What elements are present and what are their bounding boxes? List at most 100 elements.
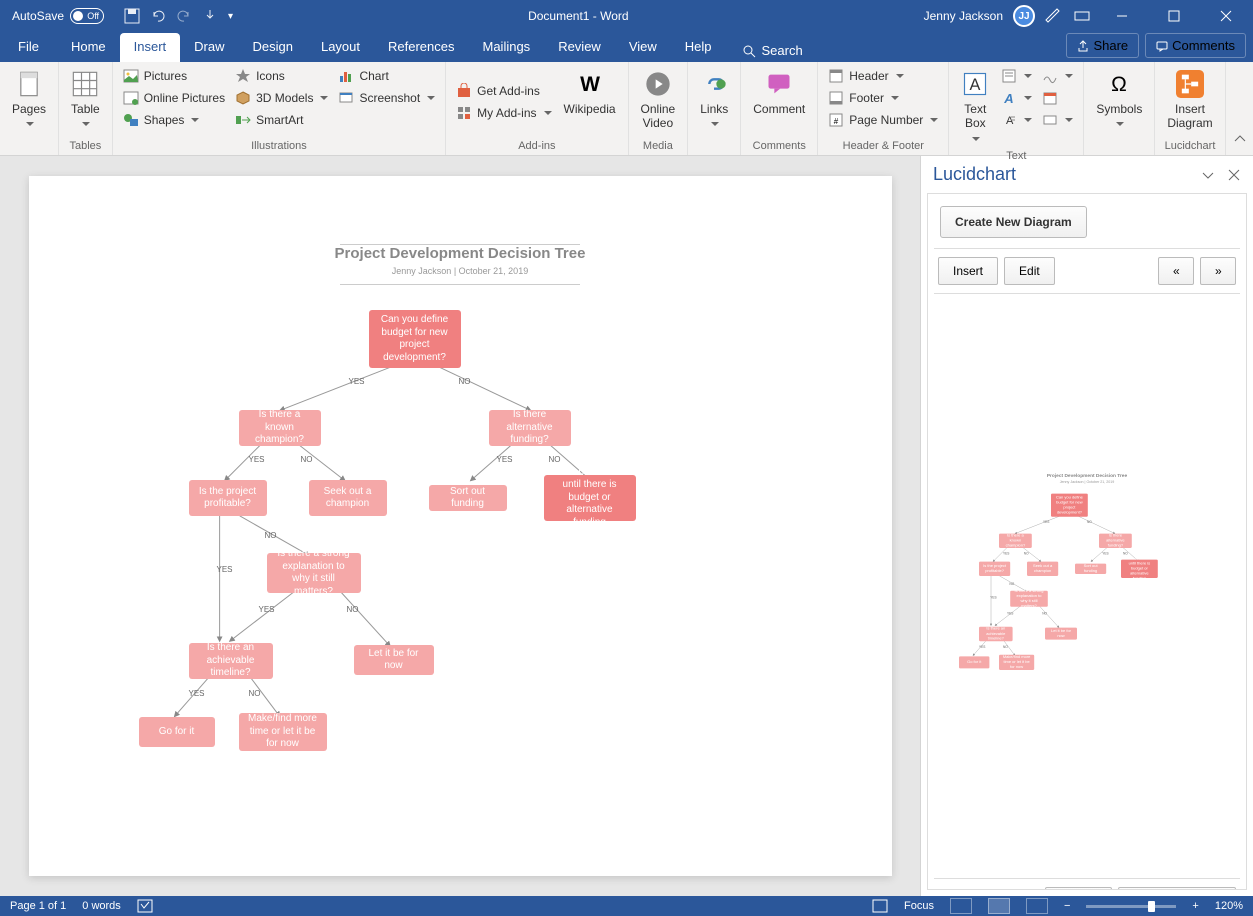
node-funding: Is there alternative funding?	[489, 410, 571, 446]
diagram-preview: Project Development Decision TreeJenny J…	[934, 293, 1240, 878]
search-box[interactable]: Search	[726, 43, 819, 62]
insert-button[interactable]: Insert	[938, 257, 998, 285]
edge-label: YES	[349, 377, 365, 386]
save-icon[interactable]	[124, 8, 140, 24]
link-icon	[700, 70, 728, 98]
undo-icon[interactable]	[150, 8, 166, 24]
autosave-toggle[interactable]: AutoSave Off	[12, 8, 104, 24]
quick-parts-button[interactable]	[997, 66, 1036, 86]
pane-close-button[interactable]	[1227, 168, 1241, 182]
symbols-button[interactable]: Ω Symbols	[1090, 66, 1148, 137]
next-page-button[interactable]: »	[1200, 257, 1236, 285]
online-video-button[interactable]: Online Video	[635, 66, 682, 137]
pane-menu-button[interactable]	[1201, 168, 1215, 182]
edge-label: YES	[1043, 520, 1049, 524]
icons-button[interactable]: Icons	[231, 66, 332, 86]
share-button[interactable]: Share	[1066, 33, 1139, 58]
redo-icon[interactable]	[176, 8, 192, 24]
edge-label: YES	[1007, 612, 1013, 616]
tab-insert[interactable]: Insert	[120, 33, 181, 62]
create-new-diagram-button[interactable]: Create New Diagram	[940, 206, 1087, 238]
wordart-button[interactable]: A	[997, 88, 1036, 108]
shapes-button[interactable]: Shapes	[119, 110, 229, 130]
tab-draw[interactable]: Draw	[180, 33, 238, 62]
chart-button[interactable]: Chart	[334, 66, 439, 86]
user-name[interactable]: Jenny Jackson	[924, 9, 1003, 23]
insert-diagram-button[interactable]: Insert Diagram	[1161, 66, 1218, 137]
pictures-icon	[123, 68, 139, 84]
zoom-level[interactable]: 120%	[1215, 900, 1243, 912]
tab-file[interactable]: File	[4, 33, 57, 62]
wikipedia-button[interactable]: W Wikipedia	[558, 66, 622, 137]
goto-lucidchart-button[interactable]: Go to Lucidchart	[1118, 887, 1236, 890]
maximize-button[interactable]	[1153, 0, 1195, 32]
tab-review[interactable]: Review	[544, 33, 615, 62]
page-number-button[interactable]: #Page Number	[824, 110, 942, 130]
touch-mode-icon[interactable]	[202, 8, 218, 24]
tab-layout[interactable]: Layout	[307, 33, 374, 62]
spellcheck-icon[interactable]	[137, 899, 153, 913]
focus-label[interactable]: Focus	[904, 900, 934, 912]
print-layout-button[interactable]	[988, 898, 1010, 914]
edge-label: NO	[1024, 552, 1029, 556]
edge-label: YES	[497, 455, 513, 464]
tab-references[interactable]: References	[374, 33, 468, 62]
pictures-button[interactable]: Pictures	[119, 66, 229, 86]
signature-line-button[interactable]	[1038, 66, 1077, 86]
text-box-icon: A	[961, 70, 989, 98]
node-champion: Is there a known champion?	[239, 410, 321, 446]
pen-icon[interactable]	[1045, 7, 1063, 25]
table-button[interactable]: Table	[65, 66, 106, 137]
screenshot-button[interactable]: Screenshot	[334, 88, 439, 108]
diagram-title: Project Development Decision Tree	[49, 245, 872, 262]
minimize-button[interactable]	[1101, 0, 1143, 32]
zoom-in-button[interactable]: +	[1192, 900, 1198, 912]
links-button[interactable]: Links	[694, 66, 734, 137]
page-indicator[interactable]: Page 1 of 1	[10, 900, 66, 912]
close-button[interactable]	[1205, 0, 1247, 32]
comment-button[interactable]: Comment	[747, 66, 811, 137]
collapse-ribbon-button[interactable]	[1233, 132, 1247, 151]
tab-design[interactable]: Design	[239, 33, 307, 62]
node-explanation: Is there a strong explanation to why it …	[1010, 591, 1048, 607]
comments-button[interactable]: Comments	[1145, 33, 1246, 58]
text-box-button[interactable]: A Text Box	[955, 66, 995, 147]
footer-button[interactable]: Footer	[824, 88, 942, 108]
date-time-button[interactable]	[1038, 88, 1077, 108]
smartart-button[interactable]: SmartArt	[231, 110, 332, 130]
edge-label: YES	[1003, 552, 1009, 556]
pages-button[interactable]: Pages	[6, 66, 52, 137]
edit-button[interactable]: Edit	[1004, 257, 1055, 285]
drop-cap-button[interactable]: A	[997, 110, 1036, 130]
tab-home[interactable]: Home	[57, 33, 120, 62]
node-letbe-funding: Let it be for now until there is budget …	[1121, 560, 1158, 578]
my-addins-button[interactable]: My Add-ins	[452, 103, 555, 123]
node-seek: Seek out a champion	[1027, 562, 1058, 576]
3d-models-button[interactable]: 3D Models	[231, 88, 332, 108]
page-number-icon: #	[828, 112, 844, 128]
store-icon	[456, 83, 472, 99]
object-button[interactable]	[1038, 110, 1077, 130]
word-count[interactable]: 0 words	[82, 900, 121, 912]
tab-view[interactable]: View	[615, 33, 671, 62]
read-mode-button[interactable]	[950, 898, 972, 914]
edge-label: NO	[1123, 552, 1128, 556]
logout-button[interactable]: Logout	[1045, 887, 1112, 890]
ribbon-options-icon[interactable]	[1073, 7, 1091, 25]
wordart-icon: A	[1001, 90, 1017, 106]
zoom-out-button[interactable]: −	[1064, 900, 1070, 912]
zoom-slider[interactable]	[1086, 905, 1176, 908]
user-avatar[interactable]: JJ	[1013, 5, 1035, 27]
tab-help[interactable]: Help	[671, 33, 726, 62]
node-timeline: Is there an achievable timeline?	[979, 627, 1013, 641]
svg-text:Ω: Ω	[1111, 73, 1127, 96]
online-pictures-button[interactable]: Online Pictures	[119, 88, 229, 108]
prev-page-button[interactable]: «	[1158, 257, 1194, 285]
web-layout-button[interactable]	[1026, 898, 1048, 914]
tab-mailings[interactable]: Mailings	[469, 33, 545, 62]
document-area[interactable]: Project Development Decision Tree Jenny …	[0, 156, 920, 896]
header-button[interactable]: Header	[824, 66, 942, 86]
get-addins-button[interactable]: Get Add-ins	[452, 81, 555, 101]
svg-text:A: A	[970, 76, 981, 94]
focus-mode-icon[interactable]	[872, 899, 888, 913]
